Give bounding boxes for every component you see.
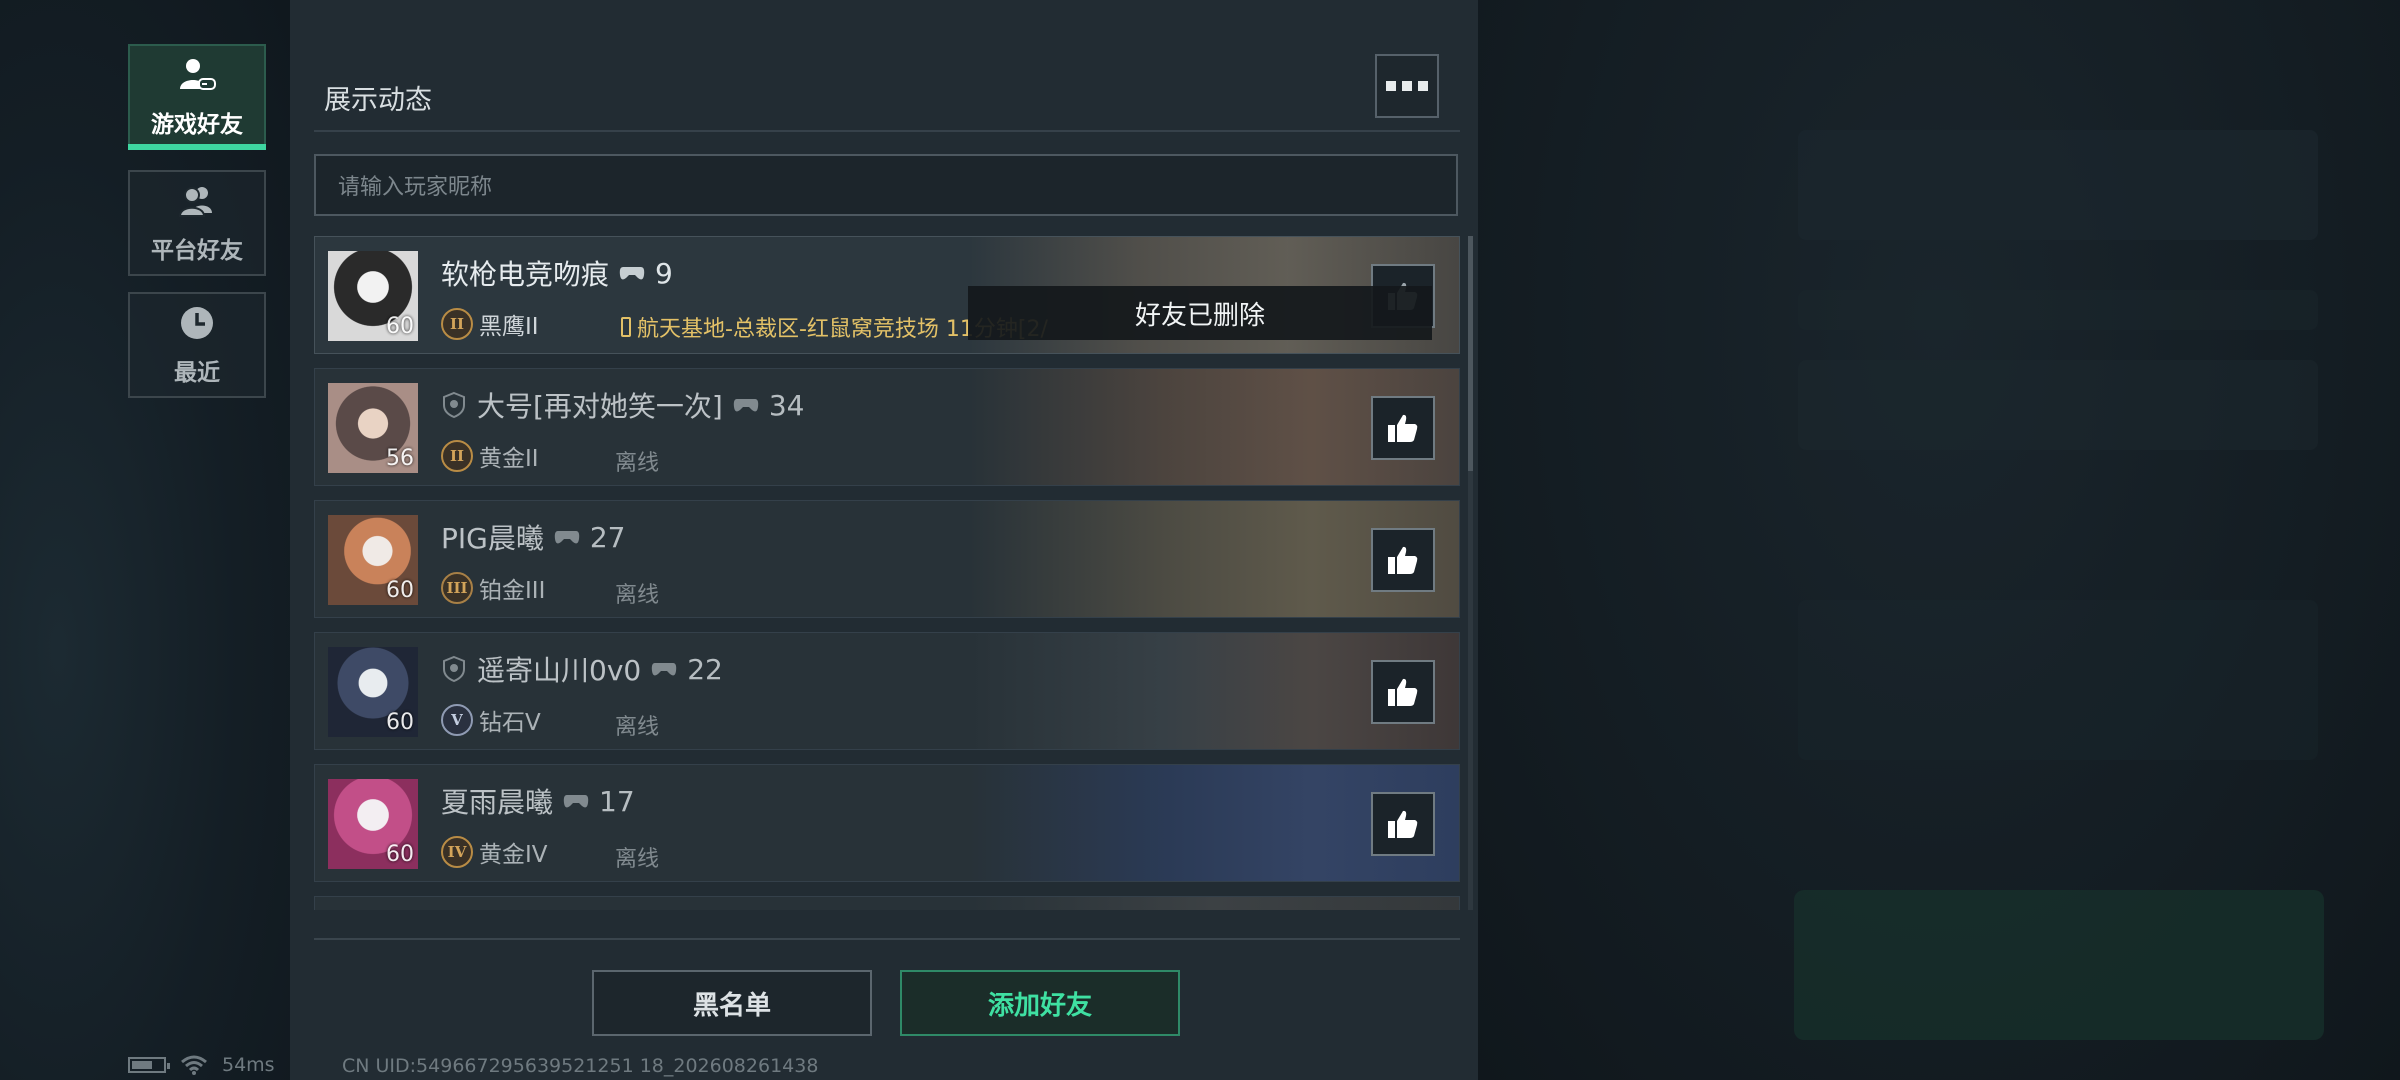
- background-right-blurred: [1478, 0, 2400, 1080]
- status-text: 离线: [615, 715, 660, 740]
- divider: [314, 938, 1460, 940]
- games-count: 34: [768, 388, 805, 422]
- rank: IV 黄金IV: [441, 835, 548, 869]
- friend-card-art: [969, 897, 1459, 910]
- level-badge: 60: [386, 314, 414, 339]
- like-button[interactable]: [1371, 792, 1435, 856]
- friend-name: 遥寄山川0v0 22: [441, 649, 723, 689]
- friend-name-text: PIG晨曦: [441, 522, 544, 555]
- divider: [314, 130, 1460, 132]
- games-count: 9: [655, 256, 673, 290]
- tab-recent[interactable]: 最近: [128, 292, 266, 398]
- search-placeholder: 请输入玩家昵称: [338, 175, 493, 200]
- phone-icon: [621, 317, 631, 337]
- friend-name-text: 夏雨晨曦: [441, 786, 554, 819]
- battery-icon: [128, 1057, 170, 1073]
- level-badge: 56: [386, 446, 414, 471]
- rank-text: 黄金IV: [479, 842, 548, 868]
- games-count: 17: [599, 784, 635, 818]
- shield-icon: [443, 391, 465, 419]
- add-friend-button[interactable]: 添加好友: [900, 970, 1180, 1036]
- device-status-bar: 54ms: [128, 1054, 275, 1076]
- like-button[interactable]: [1371, 396, 1435, 460]
- tab-label: 游戏好友: [151, 112, 243, 138]
- gamepad-icon: [563, 795, 589, 808]
- rank-badge-icon: V: [441, 704, 473, 736]
- list-item[interactable]: [314, 896, 1460, 910]
- tab-label: 最近: [174, 360, 220, 386]
- thumbs-up-icon: [1388, 810, 1418, 838]
- thumbs-up-icon: [1388, 414, 1418, 442]
- rank: V 钻石V: [441, 703, 541, 737]
- rank-badge-icon: II: [441, 308, 473, 340]
- friend-name-text: 大号[再对她笑一次]: [477, 390, 723, 423]
- avatar: 60: [328, 251, 418, 341]
- rank-text: 黄金II: [479, 446, 539, 472]
- panel-title: 展示动态: [324, 85, 432, 116]
- status-text: 离线: [615, 451, 660, 476]
- games-count: 22: [687, 652, 723, 686]
- friend-name: PIG晨曦 27: [441, 517, 625, 557]
- more-dots-icon: [1386, 81, 1396, 91]
- list-scrollbar[interactable]: [1468, 236, 1473, 910]
- background-left: [0, 0, 290, 1080]
- wifi-icon: [181, 1055, 207, 1075]
- level-badge: 60: [386, 842, 414, 867]
- blacklist-button[interactable]: 黑名单: [592, 970, 872, 1036]
- user-uid: CN UID:549667295639521251 18_20260826143…: [342, 1055, 819, 1077]
- level-badge: 60: [386, 578, 414, 603]
- active-tab-indicator: [128, 144, 266, 150]
- friend-name: 软枪电竞吻痕 9: [441, 253, 673, 293]
- list-item[interactable]: 60 夏雨晨曦 17 IV 黄金IV 离线: [314, 764, 1460, 882]
- toast-friend-deleted: 好友已删除: [968, 286, 1432, 340]
- gamepad-icon: [619, 267, 645, 280]
- like-button[interactable]: [1371, 660, 1435, 724]
- more-dot: [1402, 81, 1412, 91]
- rank-badge-icon: III: [441, 572, 473, 604]
- friend-name: 大号[再对她笑一次] 34: [441, 385, 805, 425]
- friend-name-text: 软枪电竞吻痕: [441, 258, 610, 291]
- rank: III 铂金III: [441, 571, 545, 605]
- games-count: 27: [589, 520, 626, 554]
- scrollbar-thumb[interactable]: [1468, 236, 1473, 471]
- friends-panel: 展示动态 请输入玩家昵称 60 软枪电竞吻痕 9 II 黑鹰II 航天基地-总裁…: [290, 0, 1478, 1080]
- gamepad-icon: [652, 663, 677, 676]
- avatar: 60: [328, 647, 418, 737]
- gamepad-friends-icon: [180, 59, 216, 90]
- list-item[interactable]: 60 PIG晨曦 27 III 铂金III 离线: [314, 500, 1460, 618]
- list-item[interactable]: 60 遥寄山川0v0 22 V 钻石V 离线: [314, 632, 1460, 750]
- rank-text: 黑鹰II: [479, 314, 539, 340]
- more-dot: [1418, 81, 1428, 91]
- more-button[interactable]: [1375, 54, 1439, 118]
- tab-game-friends[interactable]: 游戏好友: [128, 44, 266, 150]
- level-badge: 60: [386, 710, 414, 735]
- rank-badge-icon: II: [441, 440, 473, 472]
- tab-platform-friends[interactable]: 平台好友: [128, 170, 266, 276]
- search-input[interactable]: 请输入玩家昵称: [314, 154, 1458, 216]
- clock-icon: [181, 307, 213, 339]
- tab-label: 平台好友: [151, 238, 243, 264]
- avatar: 60: [328, 515, 418, 605]
- friends-icon: [178, 187, 212, 217]
- avatar: 56: [328, 383, 418, 473]
- rank-text: 钻石V: [479, 710, 541, 736]
- gamepad-icon: [733, 399, 759, 412]
- status-text: 离线: [615, 847, 660, 872]
- rank-text: 铂金III: [479, 578, 546, 604]
- thumbs-up-icon: [1388, 678, 1418, 706]
- rank: II 黑鹰II: [441, 307, 539, 341]
- avatar: 60: [328, 779, 418, 869]
- friend-name-text: 遥寄山川0v0: [477, 654, 642, 687]
- shield-icon: [443, 655, 465, 683]
- rank: II 黄金II: [441, 439, 539, 473]
- list-item[interactable]: 56 大号[再对她笑一次] 34 II 黄金II 离线: [314, 368, 1460, 486]
- like-button[interactable]: [1371, 528, 1435, 592]
- thumbs-up-icon: [1388, 546, 1418, 574]
- status-text: 离线: [615, 583, 660, 608]
- rank-badge-icon: IV: [441, 836, 473, 868]
- ping-text: 54ms: [222, 1054, 275, 1076]
- gamepad-icon: [554, 531, 580, 544]
- friend-name: 夏雨晨曦 17: [441, 781, 635, 821]
